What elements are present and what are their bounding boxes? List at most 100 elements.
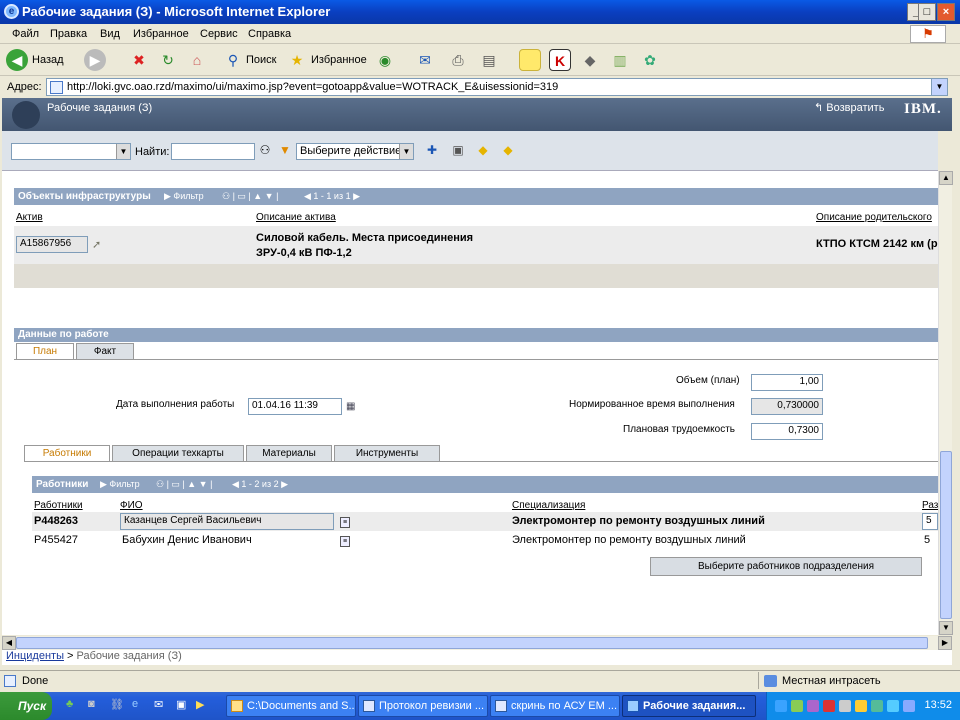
close-button[interactable]: × (937, 3, 955, 21)
new-record-icon[interactable]: ✚ (425, 143, 439, 157)
select-workers-button[interactable]: Выберите работников подразделения (650, 557, 922, 576)
worker-id[interactable]: Р448263 (34, 515, 78, 527)
binoculars-icon[interactable]: ⚇ (258, 143, 272, 157)
worker-name-field[interactable]: Казанцев Сергей Васильевич (120, 513, 334, 530)
quicklaunch-disk-icon[interactable]: ◙ (88, 698, 102, 712)
tab-tools[interactable]: Инструменты (334, 445, 440, 461)
workers-col-id[interactable]: Работники (34, 500, 83, 511)
menu-tools[interactable]: Сервис (200, 28, 238, 40)
workers-col-spec[interactable]: Специализация (512, 500, 585, 511)
address-input[interactable]: http://loki.gvc.oao.rzd/maximo/ui/maximo… (46, 78, 948, 96)
workers-col-rank[interactable]: Раз (922, 500, 938, 511)
menu-favorites[interactable]: Избранное (133, 28, 189, 40)
horizontal-scrollbar[interactable]: ◀ ▶ (2, 636, 952, 650)
history-icon[interactable]: ◉ (374, 49, 396, 71)
assets-col-parent[interactable]: Описание родительского (816, 212, 932, 223)
worker-id[interactable]: Р455427 (34, 534, 78, 546)
breadcrumb-link-incidents[interactable]: Инциденты (6, 650, 64, 662)
research-icon[interactable]: ▥ (609, 49, 631, 71)
tab-workers[interactable]: Работники (24, 445, 110, 461)
filter-arrow-icon[interactable]: ▼ (278, 143, 292, 157)
tray-update-icon[interactable] (871, 700, 883, 712)
quicklaunch-ie-icon[interactable]: e (132, 698, 146, 712)
back-label[interactable]: Назад (32, 54, 64, 66)
long-description-icon[interactable]: ≡ (340, 517, 350, 528)
refresh-icon[interactable]: ↻ (157, 49, 179, 71)
start-button[interactable]: Пуск (0, 692, 52, 720)
task-word-screens-label[interactable]: скринь по АСУ ЕМ ... (511, 700, 617, 712)
asset-id-field[interactable]: А15867956 (16, 236, 88, 253)
kaspersky-icon[interactable]: K (549, 49, 571, 71)
assets-paging[interactable]: ◀ 1 - 1 из 1 ▶ (304, 191, 360, 202)
find-input[interactable] (171, 143, 255, 160)
table-row[interactable]: Р448263 Казанцев Сергей Васильевич ≡ Эле… (32, 512, 938, 531)
task-explorer[interactable]: C:\Documents and S... (226, 695, 356, 717)
menu-help[interactable]: Справка (248, 28, 291, 40)
mail-icon[interactable]: ✉ (414, 49, 436, 71)
tray-kaspersky-icon[interactable] (823, 700, 835, 712)
quicklaunch-media-icon[interactable]: ▶ (196, 698, 210, 712)
workers-paging[interactable]: ◀ 1 - 2 из 2 ▶ (232, 479, 288, 490)
task-word-protocol-label[interactable]: Протокол ревизии ... (379, 700, 484, 712)
print-icon[interactable]: ⎙ (447, 49, 469, 71)
scroll-left-icon[interactable]: ◀ (2, 636, 16, 650)
return-link[interactable]: ↰ Возвратить (814, 101, 884, 114)
tray-connection-icon[interactable] (887, 700, 899, 712)
address-url[interactable]: http://loki.gvc.oao.rzd/maximo/ui/maximo… (67, 81, 558, 93)
tab-plan[interactable]: План (16, 343, 74, 359)
home-icon[interactable]: ⌂ (186, 49, 208, 71)
msn-icon[interactable]: ✿ (639, 49, 661, 71)
tray-volume-icon[interactable] (839, 700, 851, 712)
asset-detail-icon[interactable]: ➚ (92, 238, 101, 251)
tab-fact[interactable]: Факт (76, 343, 134, 359)
menu-edit[interactable]: Правка (50, 28, 87, 40)
assets-col-asset[interactable]: Актив (16, 212, 43, 223)
volume-field[interactable]: 1,00 (751, 374, 823, 391)
address-dropdown-icon[interactable]: ▼ (931, 79, 947, 95)
maximize-button[interactable]: □ (918, 3, 936, 21)
labor-field[interactable]: 0,7300 (751, 423, 823, 440)
quicklaunch-mail-icon[interactable]: ✉ (154, 698, 168, 712)
date-field[interactable]: 01.04.16 11:39 (248, 398, 342, 415)
hscroll-thumb[interactable] (16, 637, 928, 649)
task-explorer-label[interactable]: C:\Documents and S... (247, 700, 355, 712)
long-description-icon[interactable]: ≡ (340, 536, 350, 547)
quicklaunch-browser-icon[interactable]: ▣ (176, 698, 190, 712)
favorites-label[interactable]: Избранное (311, 54, 367, 66)
back-arrow-icon[interactable]: ◀ (6, 49, 28, 71)
save-icon[interactable]: ▣ (451, 143, 465, 157)
tray-antivirus-icon[interactable] (791, 700, 803, 712)
tray-network-icon[interactable] (775, 700, 787, 712)
assets-col-desc[interactable]: Описание актива (256, 212, 336, 223)
task-ie-workorders-label[interactable]: Рабочие задания... (643, 700, 745, 712)
calendar-icon[interactable]: ▦ (346, 401, 355, 412)
workers-toolbar-icons[interactable]: ⚇ | ▭ | ▲ ▼ | (156, 479, 212, 490)
workers-filter-label[interactable]: Фильтр (109, 479, 139, 489)
tray-security-icon[interactable] (855, 700, 867, 712)
search-label[interactable]: Поиск (246, 54, 276, 66)
search-icon[interactable]: ⚲ (222, 49, 244, 71)
scroll-thumb[interactable] (940, 451, 952, 619)
menu-view[interactable]: Вид (100, 28, 120, 40)
task-word-protocol[interactable]: Протокол ревизии ... (358, 695, 488, 717)
workers-filter-link[interactable]: ▶ Фильтр (100, 479, 140, 490)
quicklaunch-link-icon[interactable]: ⛓ (110, 698, 124, 712)
assets-filter-link[interactable]: ▶ Фильтр (164, 191, 204, 202)
vertical-scrollbar[interactable]: ▲ ▼ (938, 171, 953, 635)
next-record-icon[interactable]: ◆ (501, 143, 515, 157)
note-icon[interactable] (519, 49, 541, 71)
worker-rank-field[interactable]: 5 (922, 513, 938, 530)
tray-display-icon[interactable] (903, 700, 915, 712)
scroll-right-icon[interactable]: ▶ (938, 636, 952, 650)
menu-file[interactable]: Файл (12, 28, 39, 40)
return-label[interactable]: Возвратить (826, 102, 884, 114)
favorites-star-icon[interactable]: ★ (286, 49, 308, 71)
assets-filter-label[interactable]: Фильтр (173, 191, 203, 201)
table-row[interactable]: Р455427 Бабухин Денис Иванович ≡ Электро… (32, 531, 938, 550)
tray-messenger-icon[interactable] (807, 700, 819, 712)
tab-operations[interactable]: Операции техкарты (112, 445, 244, 461)
scroll-down-icon[interactable]: ▼ (939, 621, 953, 635)
stop-icon[interactable]: ✖ (128, 49, 150, 71)
workers-col-name[interactable]: ФИО (120, 500, 143, 511)
assets-toolbar-icons[interactable]: ⚇ | ▭ | ▲ ▼ | (222, 191, 278, 202)
